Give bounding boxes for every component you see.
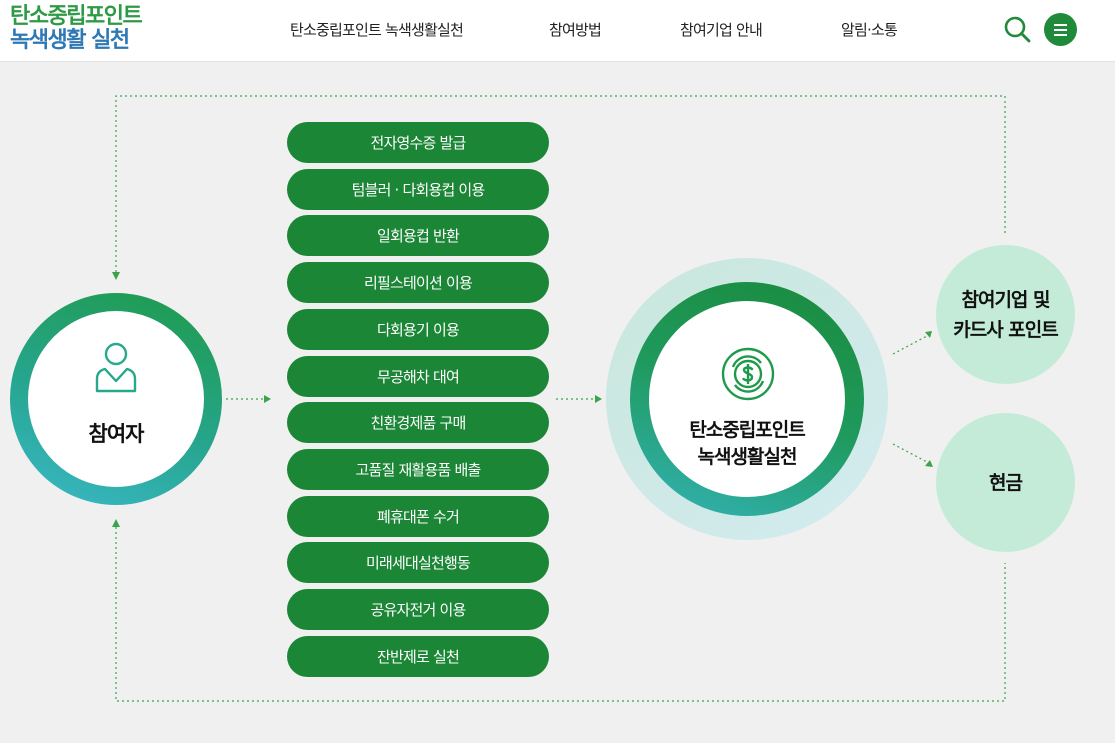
participation-flow-diagram: 참여자 전자영수증 발급 텀블러 · 다회용컵 이용 일회용컵 반환 리필스테이…	[0, 0, 1115, 743]
activity-phone-collection[interactable]: 폐휴대폰 수거	[287, 496, 549, 537]
reward-cash-label: 현금	[989, 471, 1023, 494]
activity-ev-rental[interactable]: 무공해차 대여	[287, 356, 549, 397]
center-label: 탄소중립포인트 녹색생활실천	[649, 417, 845, 471]
reward-points-line2: 카드사 포인트	[953, 318, 1058, 341]
reward-cash-circle: 현금	[936, 413, 1075, 552]
activity-refill-station[interactable]: 리필스테이션 이용	[287, 262, 549, 303]
activity-cup-return[interactable]: 일회용컵 반환	[287, 215, 549, 256]
reward-points-circle: 참여기업 및 카드사 포인트	[936, 245, 1075, 384]
activity-eco-product[interactable]: 친환경제품 구매	[287, 402, 549, 443]
activity-reusable-container[interactable]: 다회용기 이용	[287, 309, 549, 350]
carbon-point-center-circle: 탄소중립포인트 녹색생활실천	[606, 258, 888, 540]
participant-label: 참여자	[88, 422, 145, 446]
activity-shared-bike[interactable]: 공유자전거 이용	[287, 589, 549, 630]
participant-circle: 참여자	[10, 293, 222, 505]
activity-recycling[interactable]: 고품질 재활용품 배출	[287, 449, 549, 490]
activity-tumbler[interactable]: 텀블러 · 다회용컵 이용	[287, 169, 549, 210]
person-icon	[95, 342, 137, 393]
dollar-coin-icon	[721, 347, 775, 401]
activity-future-generation[interactable]: 미래세대실천행동	[287, 542, 549, 583]
center-label-line1: 탄소중립포인트	[689, 419, 805, 441]
reward-points-line1: 참여기업 및	[961, 288, 1050, 311]
activity-zero-waste[interactable]: 잔반제로 실천	[287, 636, 549, 677]
activity-e-receipt[interactable]: 전자영수증 발급	[287, 122, 549, 163]
center-label-line2: 녹색생활실천	[697, 446, 798, 468]
